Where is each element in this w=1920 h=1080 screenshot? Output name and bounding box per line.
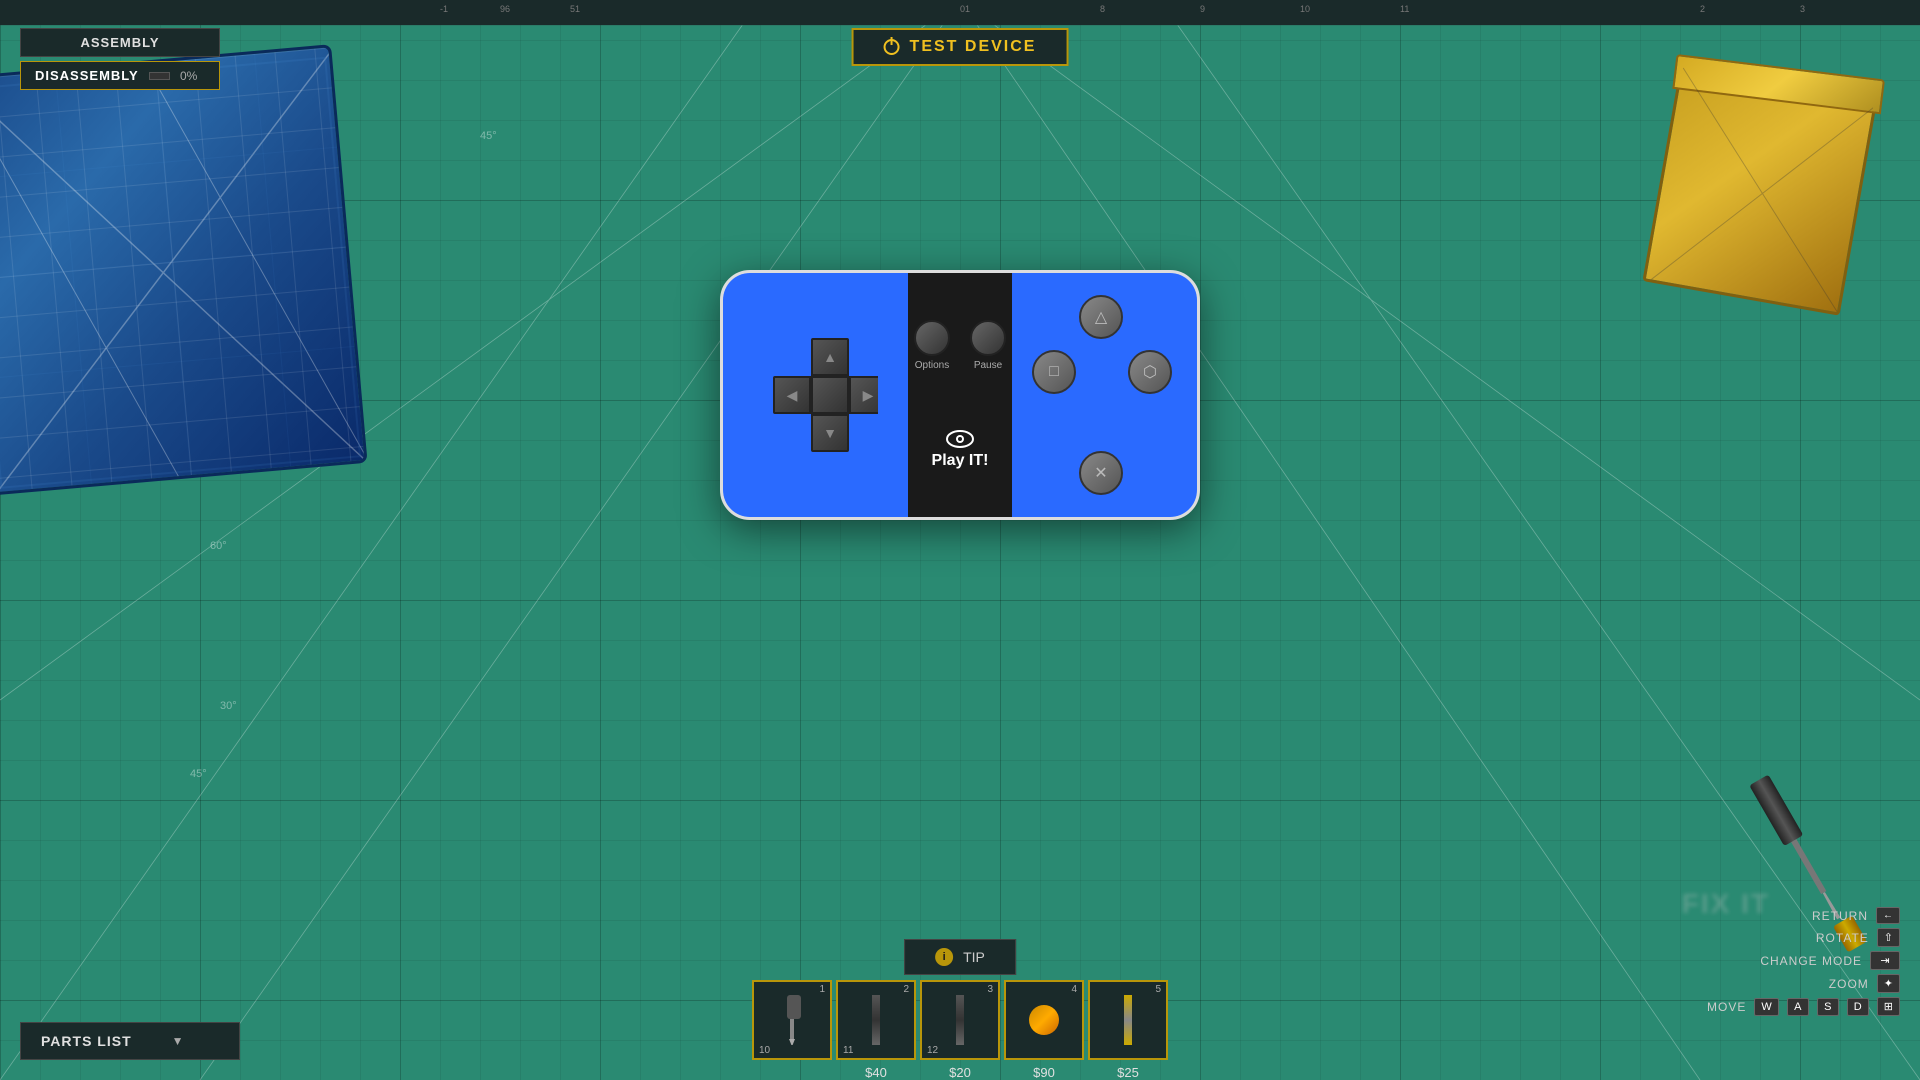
angle-marker-45-top: 45°	[480, 130, 497, 142]
slot-2-count: 11	[843, 1045, 853, 1056]
rotate-key: ⇧	[1877, 928, 1900, 947]
action-buttons: △ □ ⬡ ✕	[1057, 350, 1147, 440]
tool-slot-2[interactable]: 2 11 $40	[836, 980, 916, 1060]
controller-left-panel: ▲ ◀ ▶ ▼	[723, 273, 903, 517]
slot-3-price: $20	[949, 1065, 971, 1080]
assembly-button[interactable]: ASSEMBLY	[20, 28, 220, 57]
slot-1-count: 10	[759, 1045, 770, 1056]
square-button[interactable]: □	[1032, 350, 1076, 394]
cross-button[interactable]: ✕	[1079, 451, 1123, 495]
return-label: RETURN	[1812, 909, 1868, 923]
slot-1-number: 1	[819, 984, 825, 995]
parts-list-label: PARTS LIST	[41, 1033, 132, 1049]
move-label: MOVE	[1707, 1000, 1746, 1014]
move-key-s: S	[1817, 998, 1839, 1016]
slot-3-number: 3	[987, 984, 993, 995]
move-key-extra: ⊞	[1877, 997, 1900, 1016]
hexagon-button[interactable]: ⬡	[1128, 350, 1172, 394]
progress-percent: 0%	[180, 69, 205, 83]
change-mode-label: CHANGE MODE	[1760, 954, 1862, 968]
zoom-control: ZOOM ✦	[1707, 974, 1900, 993]
dpad: ▲ ◀ ▶ ▼	[773, 338, 887, 452]
controller-center-panel: Options Pause Play IT!	[878, 273, 1042, 517]
dpad-up[interactable]: ▲	[811, 338, 849, 376]
angle-marker-30: 30°	[220, 700, 237, 712]
dpad-down[interactable]: ▼	[811, 414, 849, 452]
power-icon	[884, 39, 900, 55]
progress-bar	[149, 72, 170, 80]
angle-marker-45-bottom: 45°	[190, 768, 207, 780]
change-mode-key: ⇥	[1870, 951, 1900, 970]
test-device-label: TEST DEVICE	[910, 38, 1037, 56]
slot-3-count: 12	[927, 1045, 938, 1056]
options-button[interactable]: Options	[914, 320, 950, 371]
slot-5-price: $25	[1117, 1065, 1139, 1080]
controls-legend: RETURN ← ROTATE ⇧ CHANGE MODE ⇥ ZOOM ✦ M…	[1707, 907, 1900, 1020]
tool-slots: 1 10 2 11 $40 3 12 $20 4 $90 5 $25	[752, 980, 1168, 1060]
return-key: ←	[1876, 907, 1900, 924]
tip-label: TIP	[963, 949, 985, 965]
test-device-button[interactable]: TEST DEVICE	[852, 28, 1069, 66]
ruler-top: // Numbers will be placed via SVG text -…	[0, 0, 1920, 25]
pause-button[interactable]: Pause	[970, 320, 1006, 371]
tip-icon: i	[935, 948, 953, 966]
move-key-w: W	[1754, 998, 1778, 1016]
tool-icon-5	[1124, 995, 1132, 1045]
play-it-area: Play IT!	[932, 430, 989, 470]
zoom-key: ✦	[1877, 974, 1900, 993]
move-control: MOVE W A S D ⊞	[1707, 997, 1900, 1016]
controller: ▲ ◀ ▶ ▼	[720, 270, 1200, 520]
rotate-control: ROTATE ⇧	[1707, 928, 1900, 947]
triangle-button[interactable]: △	[1079, 295, 1123, 339]
tip-bar: i TIP	[904, 939, 1016, 975]
tool-slot-5[interactable]: 5 $25	[1088, 980, 1168, 1060]
disassembly-label: DISASSEMBLY	[35, 68, 139, 83]
angle-marker-60: 60°	[210, 540, 227, 552]
return-control: RETURN ←	[1707, 907, 1900, 924]
move-key-d: D	[1847, 998, 1869, 1016]
blue-crate	[0, 44, 368, 496]
tool-icon-2	[872, 995, 880, 1045]
disassembly-row: DISASSEMBLY 0%	[20, 61, 220, 90]
zoom-label: ZOOM	[1829, 977, 1869, 991]
tool-icon-4	[1029, 1005, 1059, 1035]
eye-icon	[946, 430, 974, 448]
tool-icon-3	[956, 995, 964, 1045]
rotate-label: ROTATE	[1816, 931, 1869, 945]
slot-4-number: 4	[1071, 984, 1077, 995]
move-key-a: A	[1787, 998, 1809, 1016]
slot-2-number: 2	[903, 984, 909, 995]
tool-slot-3[interactable]: 3 12 $20	[920, 980, 1000, 1060]
top-left-panel: ASSEMBLY DISASSEMBLY 0%	[20, 28, 220, 90]
tool-slot-1[interactable]: 1 10	[752, 980, 832, 1060]
slot-4-price: $90	[1033, 1065, 1055, 1080]
controller-right-panel: △ □ ⬡ ✕	[1022, 273, 1197, 517]
slot-5-number: 5	[1155, 984, 1161, 995]
tool-slot-4[interactable]: 4 $90	[1004, 980, 1084, 1060]
dpad-left[interactable]: ◀	[773, 376, 811, 414]
slot-2-price: $40	[865, 1065, 887, 1080]
screwdriver-icon-1	[787, 995, 797, 1045]
dpad-center	[811, 376, 849, 414]
change-mode-control: CHANGE MODE ⇥	[1707, 951, 1900, 970]
play-it-label: Play IT!	[932, 452, 989, 470]
controller-body: ▲ ◀ ▶ ▼	[720, 270, 1200, 520]
dropdown-arrow-icon: ▼	[172, 1034, 185, 1048]
parts-list-button[interactable]: PARTS LIST ▼	[20, 1022, 240, 1060]
yellow-box	[1642, 64, 1877, 315]
